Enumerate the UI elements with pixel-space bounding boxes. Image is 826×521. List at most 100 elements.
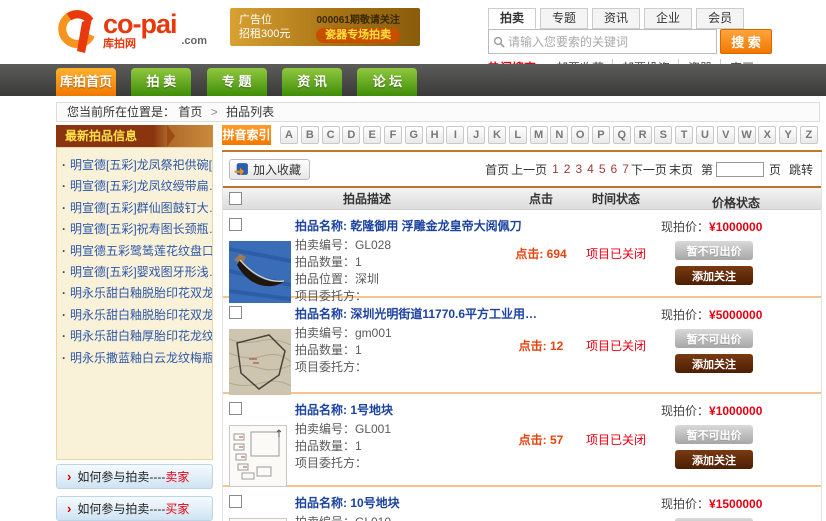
pinyin-letter[interactable]: R bbox=[634, 126, 652, 144]
item-title-link[interactable]: 拍品名称: 乾隆御用 浮雕金龙皇帝大阅佩刀 bbox=[295, 217, 511, 234]
breadcrumb: 您当前所在位置是： 首页 > 拍品列表 bbox=[56, 102, 820, 122]
page-number[interactable]: 1 bbox=[552, 162, 559, 176]
pinyin-letter[interactable]: N bbox=[550, 126, 568, 144]
item-title-link[interactable]: 拍品名称: 1号地块 bbox=[295, 401, 511, 418]
add-follow-button[interactable]: 添加关注 bbox=[675, 450, 753, 469]
list-item[interactable]: 明宣德[五彩]群仙图鼓钉大… bbox=[62, 198, 209, 219]
favorite-icon bbox=[234, 162, 249, 177]
page-next[interactable]: 下一页 bbox=[631, 161, 667, 178]
list-item[interactable]: 明宣德[五彩]祝寿图长颈瓶… bbox=[62, 219, 209, 240]
list-item[interactable]: 明永乐甜白釉脱胎印花双龙… bbox=[62, 305, 209, 326]
item-photo[interactable] bbox=[229, 241, 295, 303]
nav-news[interactable]: 资 讯 bbox=[282, 68, 342, 96]
search-input[interactable] bbox=[508, 35, 712, 49]
select-all-checkbox[interactable] bbox=[229, 192, 242, 205]
pinyin-letter[interactable]: Y bbox=[779, 126, 797, 144]
pinyin-letter[interactable]: J bbox=[467, 126, 485, 144]
tab-enterprise[interactable]: 企业 bbox=[644, 8, 692, 29]
pinyin-letter[interactable]: U bbox=[696, 126, 714, 144]
add-follow-button[interactable]: 添加关注 bbox=[675, 266, 753, 285]
ad-banner[interactable]: 广告位 招租300元 000061期敬请关注 瓷器专场拍卖 bbox=[230, 8, 420, 46]
jump-go-button[interactable]: 跳转 bbox=[789, 161, 813, 178]
pinyin-letter[interactable]: M bbox=[530, 126, 548, 144]
nav-auction[interactable]: 拍 卖 bbox=[131, 68, 191, 96]
add-favorite-button[interactable]: 加入收藏 bbox=[229, 159, 310, 180]
nav-topics[interactable]: 专 题 bbox=[207, 68, 267, 96]
arrow-icon bbox=[67, 470, 71, 483]
tab-news[interactable]: 资讯 bbox=[592, 8, 640, 29]
select-item-checkbox[interactable] bbox=[229, 218, 242, 231]
guide-em: 卖家 bbox=[165, 468, 189, 485]
search-button[interactable]: 搜 索 bbox=[720, 29, 772, 54]
list-item[interactable]: 明宣德五彩鹭鸶莲花纹盘口… bbox=[62, 241, 209, 262]
status-text: 项目已关闭 bbox=[586, 337, 646, 354]
pinyin-letter[interactable]: K bbox=[488, 126, 506, 144]
tab-topics[interactable]: 专题 bbox=[540, 8, 588, 29]
page-number[interactable]: 7 bbox=[622, 162, 629, 176]
select-item-checkbox[interactable] bbox=[229, 402, 242, 415]
list-item[interactable]: 明永乐甜白釉脱胎印花双龙… bbox=[62, 283, 209, 304]
copai-logo[interactable]: co-pai 库拍网 .com bbox=[56, 4, 207, 58]
pinyin-letter[interactable]: L bbox=[509, 126, 527, 144]
pinyin-letter[interactable]: Z bbox=[800, 126, 818, 144]
page-number[interactable]: 5 bbox=[599, 162, 606, 176]
page-prev[interactable]: 上一页 bbox=[511, 161, 547, 178]
item-photo[interactable] bbox=[229, 329, 295, 395]
pinyin-letter[interactable]: V bbox=[717, 126, 735, 144]
price-value: ¥1000000 bbox=[709, 404, 762, 418]
page-number[interactable]: 3 bbox=[575, 162, 582, 176]
pinyin-letter[interactable]: O bbox=[571, 126, 589, 144]
pinyin-letter[interactable]: T bbox=[675, 126, 693, 144]
nav-forum[interactable]: 论 坛 bbox=[357, 68, 417, 96]
status-text: 项目已关闭 bbox=[586, 245, 646, 262]
tab-members[interactable]: 会员 bbox=[696, 8, 744, 29]
page-number[interactable]: 2 bbox=[564, 162, 571, 176]
ad-slot-text: 广告位 招租300元 bbox=[230, 13, 296, 41]
pinyin-letter[interactable]: F bbox=[384, 126, 402, 144]
tab-auction[interactable]: 拍卖 bbox=[488, 8, 536, 29]
auction-item-row: 拍品名称: 1号地块 拍卖编号：GL001 拍品数量：1 项目委托方： 点击: … bbox=[223, 392, 821, 485]
pinyin-letter[interactable]: C bbox=[322, 126, 340, 144]
item-title-link[interactable]: 拍品名称: 深圳光明街道11770.6平方工业用… bbox=[295, 305, 511, 322]
page-last[interactable]: 末页 bbox=[669, 161, 693, 178]
page-number[interactable]: 6 bbox=[611, 162, 618, 176]
pinyin-letter[interactable]: Q bbox=[613, 126, 631, 144]
list-item[interactable]: 明永乐甜白釉厚胎印花龙纹… bbox=[62, 326, 209, 347]
select-item-checkbox[interactable] bbox=[229, 495, 242, 508]
pinyin-letter[interactable]: W bbox=[738, 126, 756, 144]
sidebar: 最新拍品信息 明宣德[五彩]龙凤祭祀供碗[… 明宣德[五彩]龙凤纹绶带扁… 明宣… bbox=[56, 125, 213, 521]
guide-buyer-link[interactable]: 如何参与拍卖----买家 bbox=[56, 496, 213, 521]
list-item[interactable]: 明宣德[五彩]婴戏图牙形浅… bbox=[62, 262, 209, 283]
pinyin-letter[interactable]: I bbox=[446, 126, 464, 144]
pinyin-letter[interactable]: X bbox=[758, 126, 776, 144]
list-item[interactable]: 明宣德[五彩]龙凤纹绶带扁… bbox=[62, 176, 209, 197]
guide-seller-link[interactable]: 如何参与拍卖----卖家 bbox=[56, 464, 213, 489]
logo-brand: co-pai bbox=[103, 11, 207, 37]
add-follow-button[interactable]: 添加关注 bbox=[675, 354, 753, 373]
bid-disabled-button: 暂不可出价 bbox=[675, 329, 753, 348]
list-item[interactable]: 明宣德[五彩]龙凤祭祀供碗[… bbox=[62, 155, 209, 176]
select-item-checkbox[interactable] bbox=[229, 306, 242, 319]
pinyin-letter[interactable]: B bbox=[301, 126, 319, 144]
pinyin-letter[interactable]: H bbox=[426, 126, 444, 144]
breadcrumb-home[interactable]: 首页 bbox=[178, 105, 202, 119]
pinyin-letter[interactable]: A bbox=[280, 126, 298, 144]
item-title-link[interactable]: 拍品名称: 10号地块 bbox=[295, 494, 511, 511]
item-photo[interactable] bbox=[229, 425, 295, 487]
price-label: 现拍价： bbox=[661, 308, 709, 322]
pinyin-letter[interactable]: G bbox=[405, 126, 423, 144]
page-first[interactable]: 首页 bbox=[485, 161, 509, 178]
price-value: ¥1500000 bbox=[709, 497, 762, 511]
nav-home[interactable]: 库拍首页 bbox=[56, 68, 116, 96]
list-item[interactable]: 明永乐撒蓝釉白云龙纹梅瓶[… bbox=[62, 348, 209, 369]
pagination: 首页 上一页 1 2 3 4 5 6 7 下一页 末页 第 页 跳转 bbox=[483, 161, 813, 178]
page-number[interactable]: 4 bbox=[587, 162, 594, 176]
item-auction-no: 拍卖编号：GL001 bbox=[295, 421, 511, 438]
pinyin-letter[interactable]: S bbox=[654, 126, 672, 144]
pinyin-index-label: 拼音索引 bbox=[222, 125, 271, 145]
jump-page-input[interactable] bbox=[716, 162, 764, 177]
pinyin-letter[interactable]: D bbox=[342, 126, 360, 144]
bid-disabled-button: 暂不可出价 bbox=[675, 241, 753, 260]
pinyin-letter[interactable]: P bbox=[592, 126, 610, 144]
pinyin-letter[interactable]: E bbox=[363, 126, 381, 144]
